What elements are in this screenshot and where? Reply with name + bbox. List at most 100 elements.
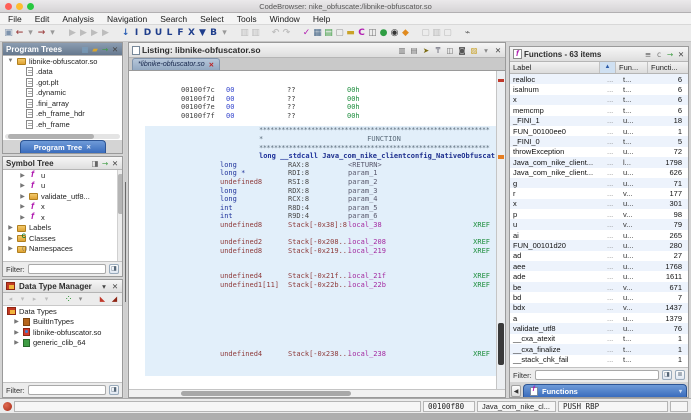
column-label[interactable]: Label — [510, 62, 600, 73]
expand-arrow-icon[interactable]: ▶ — [7, 245, 14, 252]
clear-flow-icon[interactable]: ▼ — [198, 28, 207, 39]
expand-arrow-icon[interactable]: ▶ — [19, 193, 26, 200]
listing-byte-row[interactable]: 00100f7d 00?? 00h — [129, 95, 496, 104]
snapshot-icon[interactable]: → — [101, 45, 109, 54]
variable-row[interactable] — [145, 324, 496, 333]
function-icon[interactable]: F — [176, 28, 185, 39]
column-function-signature[interactable]: Fun... — [616, 62, 648, 73]
expand-arrow-icon[interactable]: ▶ — [13, 318, 20, 325]
table-row[interactable]: _FINI_0 ... t... 5 — [510, 136, 688, 147]
filter-arrows-icon[interactable]: ◢ — [110, 294, 119, 305]
clear-code-icon[interactable]: C — [357, 28, 366, 39]
caret-icon[interactable]: ▾ — [76, 294, 85, 305]
memory-map-icon[interactable]: ▤ — [324, 28, 333, 39]
table-row[interactable]: a ... u... 1379 — [510, 313, 688, 323]
tree-item[interactable]: ▶ libnike-obfuscator.so — [3, 327, 122, 338]
bookmark-letter-icon[interactable]: B — [209, 28, 218, 39]
close-icon[interactable]: ✕ — [494, 46, 502, 55]
instruction-icon[interactable]: I — [132, 28, 141, 39]
table-row[interactable]: __cxa_atexit ... t... 1 — [510, 334, 688, 344]
table-row[interactable]: g ... u... 71 — [510, 177, 688, 189]
table-row[interactable]: ad ... u... 27 — [510, 251, 688, 261]
nav-block-icon[interactable]: ▶ — [68, 28, 77, 39]
menu-item[interactable]: Help — [313, 14, 330, 24]
bookmark-icon[interactable]: ▬ — [346, 28, 355, 39]
copy-icon[interactable]: ▥ — [398, 46, 406, 55]
markup-icon[interactable]: ◫ — [446, 46, 454, 55]
forward-dropdown-icon[interactable]: ▾ — [48, 28, 57, 39]
menu-item[interactable]: Analysis — [62, 14, 94, 24]
nav-block-icon[interactable]: ▶ — [79, 28, 88, 39]
tree-item[interactable]: ▶ u — [3, 180, 122, 192]
paste-icon[interactable]: ▤ — [410, 46, 418, 55]
tab-scroll-left-icon[interactable]: ◀ — [511, 385, 521, 397]
tree-item[interactable]: .eh_frame_hdr — [3, 109, 122, 120]
expand-arrow-icon[interactable]: ▶ — [19, 214, 26, 221]
expand-arrow-icon[interactable]: ▶ — [13, 339, 20, 346]
filter-input[interactable] — [534, 370, 659, 380]
dropdown-caret-icon[interactable]: ▾ — [220, 28, 229, 39]
tree-item[interactable]: .dynamic — [3, 88, 122, 99]
scrollbar-thumb[interactable] — [498, 323, 504, 365]
filter-input[interactable] — [27, 385, 106, 395]
listing-byte-row[interactable]: 00100f7c 00?? 00h — [129, 86, 496, 95]
variable-row[interactable]: XREF undefined4 Stack[-0x21f...local_21f — [145, 272, 496, 281]
organize-icon[interactable]: ⁘ — [64, 294, 73, 305]
table-row[interactable]: ai ... u... 265 — [510, 230, 688, 240]
table-row[interactable]: r ... v... 177 — [510, 188, 688, 198]
tree-item[interactable]: ▶ BuiltInTypes — [3, 317, 122, 328]
table-row[interactable]: p ... v... 98 — [510, 209, 688, 219]
variable-row[interactable] — [145, 333, 496, 342]
table-row[interactable]: u ... v... 79 — [510, 219, 688, 230]
filter-options-icon[interactable]: ◨ — [109, 264, 119, 274]
diff-view-icon[interactable]: ₸ — [434, 46, 442, 55]
debug-icon[interactable]: ◉ — [390, 28, 399, 39]
variable-row[interactable] — [145, 290, 496, 299]
xref-label[interactable]: XREF — [473, 350, 490, 359]
panel-splitter[interactable] — [124, 42, 127, 398]
label-icon[interactable]: L — [165, 28, 174, 39]
snapshot-icon[interactable]: → — [666, 50, 674, 59]
menu-item[interactable]: Search — [160, 14, 187, 24]
diamond-icon[interactable]: ◆ — [401, 28, 410, 39]
call-tree-icon[interactable]: ◫ — [368, 28, 377, 39]
refresh-icon[interactable]: ◨ — [91, 159, 99, 168]
xref-label[interactable]: XREF — [473, 221, 490, 230]
filter-arrows-icon[interactable]: ◣ — [98, 294, 107, 305]
tree-item[interactable]: ▶ u — [3, 170, 122, 181]
menu-item[interactable]: File — [8, 14, 22, 24]
variable-row[interactable]: int R9D:4 param_6 — [145, 212, 496, 221]
listing-tab[interactable]: *libnike-obfuscator.so ✕ — [132, 58, 221, 70]
close-icon[interactable]: ✕ — [111, 282, 119, 291]
table-row[interactable]: realloc ... t... 6 — [510, 74, 688, 85]
save-icon[interactable]: ▣ — [4, 28, 13, 39]
nav-block-icon[interactable]: ▶ — [90, 28, 99, 39]
table-row[interactable]: aee ... u... 1768 — [510, 261, 688, 272]
table-row[interactable]: _FINI_1 ... u... 18 — [510, 115, 688, 126]
redo-icon[interactable]: ↷ — [282, 28, 291, 39]
variable-row[interactable]: XREF undefined8 Stack[-0x38]:8local_38 — [145, 221, 496, 230]
nav-block-icon[interactable]: ▶ — [101, 28, 110, 39]
variable-row[interactable] — [145, 341, 496, 350]
table-row[interactable]: bd ... u... 7 — [510, 292, 688, 302]
tab-menu-caret-icon[interactable]: ▾ — [679, 388, 682, 395]
variable-row[interactable]: undefined8 RSI:8 param_2 — [145, 178, 496, 187]
table-row[interactable]: validate_utf8 ... u... 76 — [510, 323, 688, 334]
table-icon[interactable]: ▦ — [313, 28, 322, 39]
variable-row[interactable] — [145, 298, 496, 307]
expand-arrow-icon[interactable]: ▶ — [19, 172, 26, 179]
tree-item[interactable]: .got.plt — [3, 77, 122, 88]
xref-label[interactable]: XREF — [473, 247, 490, 256]
menu-item[interactable]: Edit — [35, 14, 50, 24]
validate-icon[interactable]: ✓ — [302, 28, 311, 39]
filter-options-icon[interactable]: ◨ — [662, 370, 672, 380]
close-icon[interactable]: ✕ — [677, 50, 685, 59]
forward-icon[interactable]: → — [37, 28, 46, 39]
close-icon[interactable]: ✕ — [111, 45, 119, 54]
misc-icon[interactable]: ▢ — [421, 28, 430, 39]
variable-row[interactable]: XREF undefined1[11] Stack[-0x22b...local_… — [145, 281, 496, 290]
table-row[interactable]: memcmp ... t... 6 — [510, 105, 688, 115]
undefine-icon[interactable]: U — [154, 28, 163, 39]
window-icon[interactable]: ▢ — [335, 28, 344, 39]
run-icon[interactable]: ● — [379, 28, 388, 39]
